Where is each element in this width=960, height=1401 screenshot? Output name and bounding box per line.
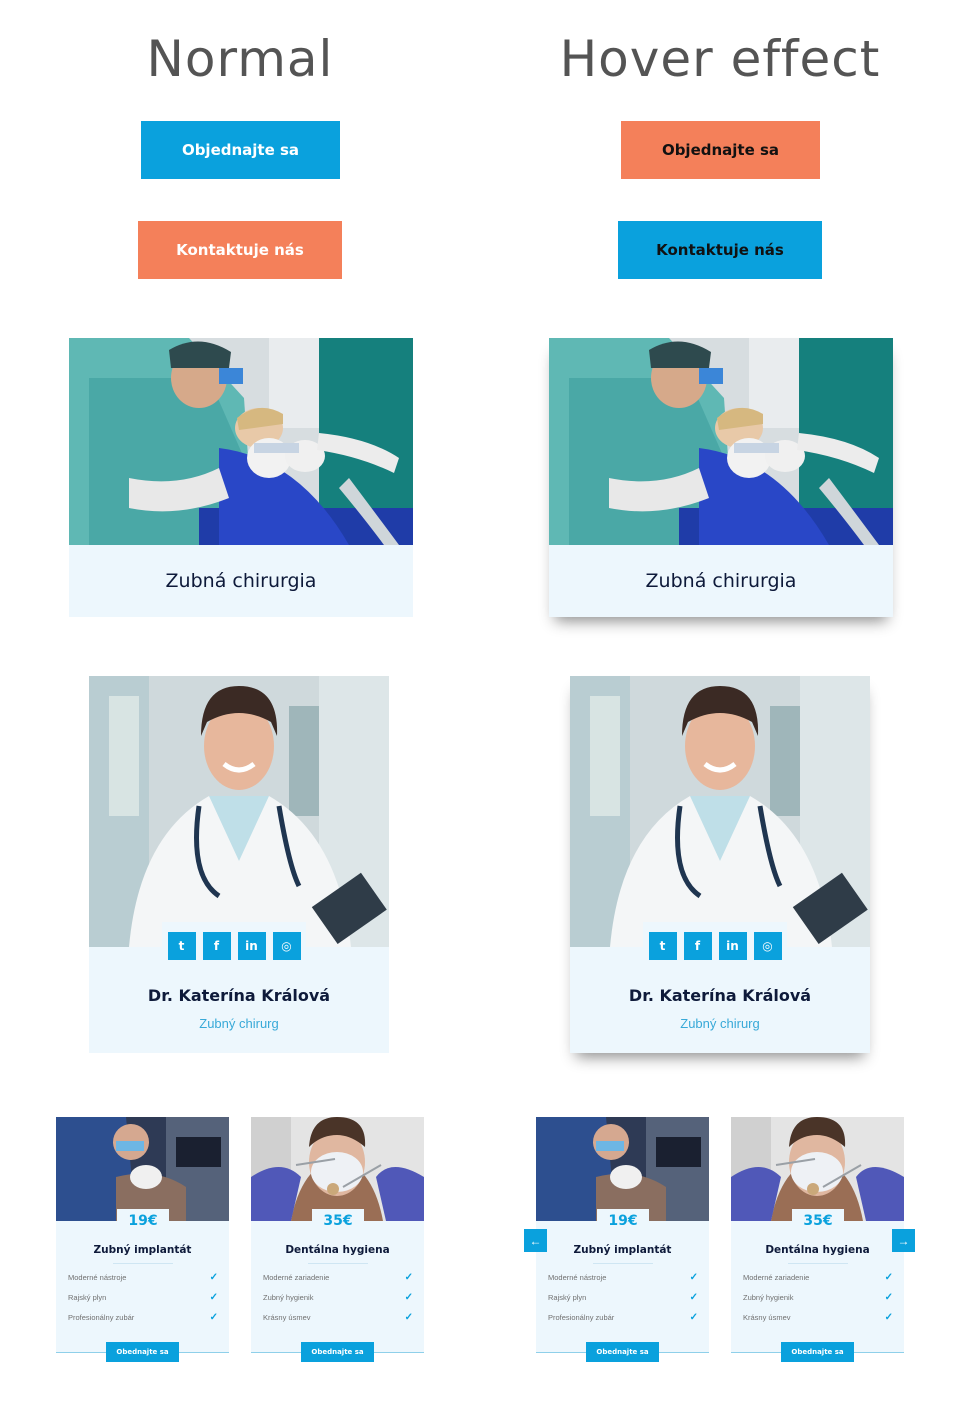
check-icon: ✓ xyxy=(404,1311,413,1323)
feature-item: Moderné zariadenie ✓ xyxy=(263,1271,413,1283)
price-badge: 19€ xyxy=(597,1209,649,1233)
price-card[interactable]: 19€ Zubný implantát Moderné nástroje ✓ Ra… xyxy=(56,1117,229,1362)
feature-item: Moderné zariadenie ✓ xyxy=(743,1271,893,1283)
check-icon: ✓ xyxy=(209,1311,218,1323)
instagram-icon[interactable]: ◎ xyxy=(272,932,301,960)
price-order-button[interactable]: Obednajte sa xyxy=(586,1342,659,1362)
price-order-button[interactable]: Obednajte sa xyxy=(781,1342,854,1362)
team-member-role: Zubný chirurg xyxy=(680,1016,760,1031)
price-card[interactable]: 35€ Dentálna hygiena Moderné zariadenie ✓… xyxy=(251,1117,424,1362)
check-icon: ✓ xyxy=(404,1271,413,1283)
check-icon: ✓ xyxy=(689,1271,698,1283)
order-button[interactable]: Objednajte sa xyxy=(141,121,340,179)
feature-item: Krásny úsmev ✓ xyxy=(263,1311,413,1323)
facebook-icon[interactable]: f xyxy=(683,932,712,960)
hover-heading: Hover effect xyxy=(559,30,881,88)
doctor-photo xyxy=(570,676,870,947)
price-title: Dentálna hygiena xyxy=(285,1244,390,1256)
check-icon: ✓ xyxy=(884,1311,893,1323)
check-icon: ✓ xyxy=(209,1291,218,1303)
price-title: Dentálna hygiena xyxy=(765,1244,870,1256)
linkedin-icon[interactable]: in xyxy=(718,932,747,960)
normal-heading: Normal xyxy=(146,30,334,88)
team-member-role: Zubný chirurg xyxy=(199,1016,279,1031)
service-title: Zubná chirurgia xyxy=(165,570,317,592)
service-card-hover[interactable]: Zubná chirurgia xyxy=(549,338,893,617)
feature-item: Zubný hygienik ✓ xyxy=(743,1291,893,1303)
divider xyxy=(113,1263,173,1264)
hygiene-photo xyxy=(731,1117,904,1221)
service-card[interactable]: Zubná chirurgia xyxy=(69,338,413,617)
feature-item: Rajský plyn ✓ xyxy=(548,1291,698,1303)
twitter-icon[interactable]: t xyxy=(648,932,677,960)
facebook-icon[interactable]: f xyxy=(202,932,231,960)
implant-photo xyxy=(56,1117,229,1221)
price-card-hover[interactable]: 35€ Dentálna hygiena Moderné zariadenie ✓… xyxy=(731,1117,904,1362)
doctor-photo xyxy=(89,676,389,947)
price-card-hover[interactable]: 19€ Zubný implantát Moderné nástroje ✓ Ra… xyxy=(536,1117,709,1362)
service-photo xyxy=(549,338,893,545)
team-card-hover[interactable]: t f in ◎ Dr. Katerína Králová Zubný chir… xyxy=(570,676,870,1053)
arrow-right-icon[interactable]: → xyxy=(892,1229,915,1252)
check-icon: ✓ xyxy=(209,1271,218,1283)
team-member-name: Dr. Katerína Králová xyxy=(147,986,331,1005)
team-card[interactable]: t f in ◎ Dr. Katerína Králová Zubný chir… xyxy=(89,676,389,1053)
feature-item: Profesionálny zubár ✓ xyxy=(68,1311,218,1323)
check-icon: ✓ xyxy=(689,1291,698,1303)
feature-item: Moderné nástroje ✓ xyxy=(68,1271,218,1283)
social-links: t f in ◎ xyxy=(162,922,306,970)
instagram-icon[interactable]: ◎ xyxy=(753,932,782,960)
order-button-hover[interactable]: Objednajte sa xyxy=(621,121,820,179)
feature-item: Profesionálny zubár ✓ xyxy=(548,1311,698,1323)
check-icon: ✓ xyxy=(689,1311,698,1323)
feature-item: Zubný hygienik ✓ xyxy=(263,1291,413,1303)
price-order-button[interactable]: Obednajte sa xyxy=(106,1342,179,1362)
twitter-icon[interactable]: t xyxy=(167,932,196,960)
divider xyxy=(788,1263,848,1264)
feature-item: Moderné nástroje ✓ xyxy=(548,1271,698,1283)
check-icon: ✓ xyxy=(884,1291,893,1303)
divider xyxy=(593,1263,653,1264)
check-icon: ✓ xyxy=(884,1271,893,1283)
social-links: t f in ◎ xyxy=(643,922,787,970)
implant-photo xyxy=(536,1117,709,1221)
price-title: Zubný implantát xyxy=(93,1244,192,1256)
linkedin-icon[interactable]: in xyxy=(237,932,266,960)
price-badge: 35€ xyxy=(312,1209,364,1233)
service-title: Zubná chirurgia xyxy=(645,570,797,592)
contact-button-hover[interactable]: Kontaktuje nás xyxy=(618,221,822,279)
feature-item: Rajský plyn ✓ xyxy=(68,1291,218,1303)
hygiene-photo xyxy=(251,1117,424,1221)
arrow-left-icon[interactable]: ← xyxy=(524,1229,547,1252)
contact-button[interactable]: Kontaktuje nás xyxy=(138,221,342,279)
check-icon: ✓ xyxy=(404,1291,413,1303)
price-order-button[interactable]: Obednajte sa xyxy=(301,1342,374,1362)
service-photo xyxy=(69,338,413,545)
price-badge: 35€ xyxy=(792,1209,844,1233)
price-title: Zubný implantát xyxy=(573,1244,672,1256)
team-member-name: Dr. Katerína Králová xyxy=(628,986,812,1005)
price-badge: 19€ xyxy=(117,1209,169,1233)
divider xyxy=(308,1263,368,1264)
feature-item: Krásny úsmev ✓ xyxy=(743,1311,893,1323)
